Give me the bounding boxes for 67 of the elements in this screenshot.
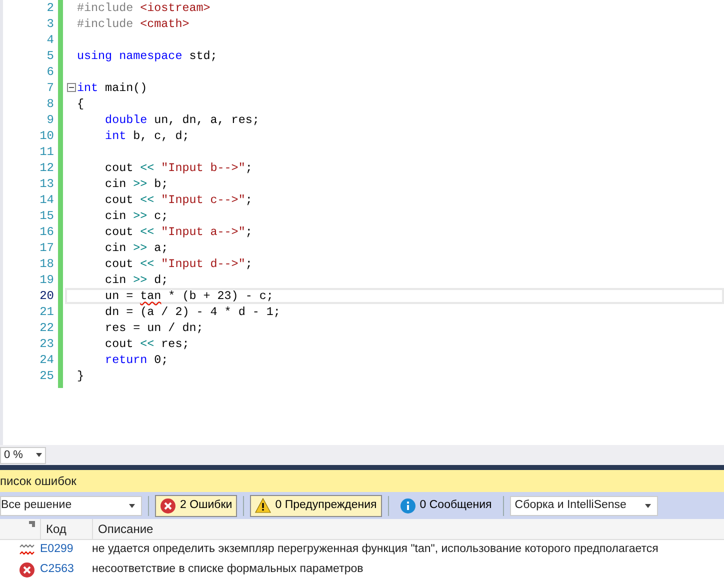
code-line: cin >> b;: [104, 176, 170, 192]
line-number: 4: [46, 32, 55, 48]
column-header[interactable]: Описание: [92, 518, 154, 540]
caret-icon: [644, 504, 651, 508]
error-code[interactable]: C2563: [40, 561, 92, 579]
zoom-dropdown[interactable]: 0 %: [0, 446, 46, 464]
filter-button[interactable]: 2 Ошибки: [155, 494, 238, 516]
warning-icon: [255, 498, 272, 513]
code-line: return 0;: [104, 352, 170, 368]
line-number: 3: [46, 16, 55, 32]
code-line: }: [77, 368, 86, 384]
error-icon: [19, 562, 35, 578]
error-description: несоответствие в списке формальных параметров: [92, 562, 364, 578]
error-description: не удается определить экземпляр перегруженная функция "tan", использование которого предполагается: [92, 542, 658, 558]
filter-icon: [29, 521, 35, 527]
line-number: 13: [38, 176, 55, 192]
code-line: {: [77, 96, 86, 112]
code-line: dn = (a / 2) - 4 * d - 1;: [104, 304, 282, 320]
line-number: 16: [38, 224, 55, 240]
line-number: 15: [38, 208, 55, 224]
line-number: 12: [38, 160, 55, 176]
code-line: cout << "Input c-->";: [104, 192, 254, 208]
squiggle-icon: [19, 544, 35, 556]
caret-icon: [36, 453, 42, 457]
code-line: using namespace std;: [77, 48, 218, 64]
line-number: 6: [46, 64, 55, 80]
code-line: int b, c, d;: [104, 128, 190, 144]
code-line: cin >> c;: [104, 208, 170, 224]
code-line: cin >> d;: [104, 272, 170, 288]
error-icon: [160, 498, 176, 514]
code-line: double un, dn, a, res;: [104, 112, 260, 128]
scope-dropdown[interactable]: Все решение: [0, 496, 142, 516]
line-number: 14: [38, 192, 55, 208]
line-number: 8: [46, 96, 55, 112]
code-line: #include <iostream>: [77, 0, 212, 16]
error-code[interactable]: E0299: [40, 541, 92, 559]
line-number: 22: [38, 320, 55, 336]
line-number: 24: [38, 352, 55, 368]
code-line: cout << "Input d-->";: [104, 256, 254, 272]
source-dropdown[interactable]: Сборка и IntelliSense: [510, 496, 658, 516]
line-number: 20: [38, 288, 55, 304]
filter-button[interactable]: 0 Сообщения: [394, 494, 497, 516]
code-line: res = un / dn;: [104, 320, 204, 336]
line-number: 17: [38, 240, 55, 256]
column-header[interactable]: Код: [40, 518, 92, 540]
line-number: 9: [46, 112, 55, 128]
line-number: 5: [46, 48, 55, 64]
info-icon: [400, 498, 416, 514]
caret-icon: [129, 504, 135, 508]
line-number: 23: [38, 336, 55, 352]
line-number: 7: [46, 80, 55, 96]
collapse-icon[interactable]: [67, 83, 76, 92]
line-number: 11: [38, 144, 55, 160]
code-line: cout << "Input a-->";: [104, 224, 254, 240]
line-number: 18: [38, 256, 55, 272]
line-number: 25: [38, 368, 55, 384]
filter-button[interactable]: 0 Предупреждения: [250, 494, 382, 516]
code-line: #include <cmath>: [77, 16, 190, 32]
code-line: cout << res;: [104, 336, 190, 352]
code-line: cin >> a;: [104, 240, 170, 256]
panel-title: писок ошибок: [0, 474, 76, 488]
code-line: cout << "Input b-->";: [104, 160, 254, 176]
line-number: 21: [38, 304, 55, 320]
code-line: int main(): [77, 80, 148, 96]
line-number: 2: [46, 0, 55, 16]
line-number: 19: [38, 272, 55, 288]
line-number: 10: [38, 128, 55, 144]
